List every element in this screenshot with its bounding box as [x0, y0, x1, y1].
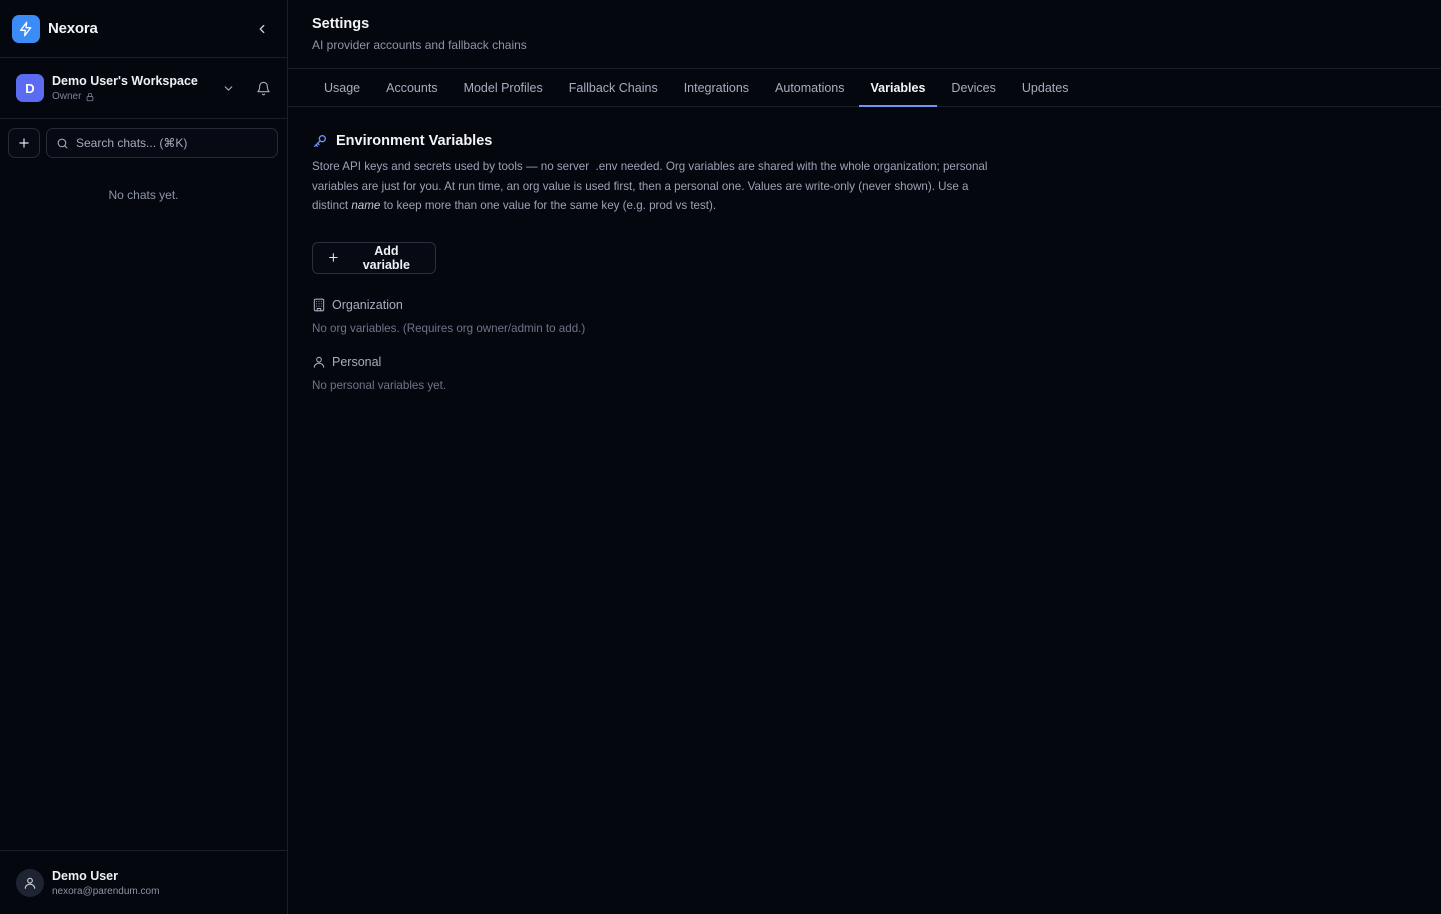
page-header: Settings AI provider accounts and fallba…: [288, 0, 1441, 69]
add-variable-button[interactable]: Add variable: [312, 241, 436, 274]
tab-devices[interactable]: Devices: [939, 69, 1007, 106]
search-input[interactable]: [76, 136, 268, 150]
user-name: Demo User: [52, 868, 118, 883]
section-title: Environment Variables: [312, 133, 1417, 149]
brand-name: Nexora: [48, 20, 98, 37]
personal-title: Personal: [332, 354, 382, 369]
add-variable-label: Add variable: [362, 243, 410, 272]
search-row: [0, 119, 287, 158]
collapse-sidebar-button[interactable]: [251, 18, 273, 40]
empty-chats-text: No chats yet.: [108, 188, 179, 202]
tab-updates[interactable]: Updates: [1010, 69, 1081, 106]
section-heading: Environment Variables: [336, 133, 493, 149]
organization-heading: Organization: [312, 298, 1417, 312]
organization-title: Organization: [332, 297, 403, 312]
new-chat-button[interactable]: [8, 128, 40, 158]
workspace-switcher[interactable]: D Demo User's Workspace Owner: [0, 58, 287, 119]
plus-icon: [19, 138, 29, 148]
desc-part-3: to keep more than one value for the same…: [383, 199, 717, 212]
workspace-info: Demo User's Workspace Owner: [52, 74, 198, 102]
desc-emphasis: name: [351, 199, 381, 212]
lightning-icon: [12, 14, 40, 43]
bell-icon: [256, 81, 270, 95]
desc-code: .env: [595, 160, 618, 173]
organization-group: Organization No org variables. (Requires…: [312, 298, 1417, 335]
personal-heading: Personal: [312, 355, 1417, 369]
organization-empty-text: No org variables. (Requires org owner/ad…: [312, 321, 586, 335]
search-icon: [57, 138, 68, 148]
app: Nexora D Demo User's Workspace Owner Sea…: [0, 0, 1441, 914]
page-subtitle: AI provider accounts and fallback chains: [312, 38, 527, 52]
notifications-button[interactable]: [253, 78, 273, 98]
plus-icon: [329, 253, 338, 262]
sidebar: Nexora D Demo User's Workspace Owner Sea…: [0, 0, 288, 914]
tab-integrations[interactable]: Integrations: [672, 69, 761, 106]
variables-section: Environment Variables Store API keys and…: [288, 107, 1441, 392]
user-email: nexora@parendum.com: [52, 885, 160, 897]
user-info: Demo User nexora@parendum.com: [52, 869, 159, 897]
section-description: Store API keys and secrets used by tools…: [312, 157, 992, 216]
workspace-dropdown-button[interactable]: [219, 79, 237, 97]
tab-variables[interactable]: Variables: [858, 69, 938, 107]
workspace-role-label: Owner: [52, 91, 82, 102]
desc-part-1: Store API keys and secrets used by tools…: [312, 160, 590, 173]
tab-model-profiles[interactable]: Model Profiles: [452, 69, 555, 106]
key-icon: [314, 135, 326, 147]
lock-icon: [87, 92, 94, 101]
page-title: Settings: [312, 16, 370, 32]
personal-group: Personal No personal variables yet.: [312, 355, 1417, 392]
user-icon: [16, 868, 44, 897]
tab-automations[interactable]: Automations: [763, 69, 856, 106]
settings-tabs: Usage Accounts Model Profiles Fallback C…: [288, 69, 1441, 107]
search-box: [46, 128, 278, 158]
tab-usage[interactable]: Usage: [312, 69, 372, 106]
user-profile[interactable]: Demo User nexora@parendum.com: [0, 850, 287, 914]
workspace-role: Owner: [52, 91, 198, 102]
main-content: Settings AI provider accounts and fallba…: [288, 0, 1441, 914]
workspace-name: Demo User's Workspace: [52, 74, 198, 88]
brand-row: Nexora: [0, 0, 287, 58]
personal-empty-text: No personal variables yet.: [312, 378, 447, 392]
user-icon: [313, 356, 325, 368]
tab-fallback-chains[interactable]: Fallback Chains: [557, 69, 670, 106]
tab-accounts[interactable]: Accounts: [374, 69, 449, 106]
building-icon: [313, 298, 325, 311]
chevron-left-icon: [259, 24, 265, 33]
chevron-down-icon: [224, 85, 232, 91]
workspace-avatar: D: [16, 74, 44, 102]
